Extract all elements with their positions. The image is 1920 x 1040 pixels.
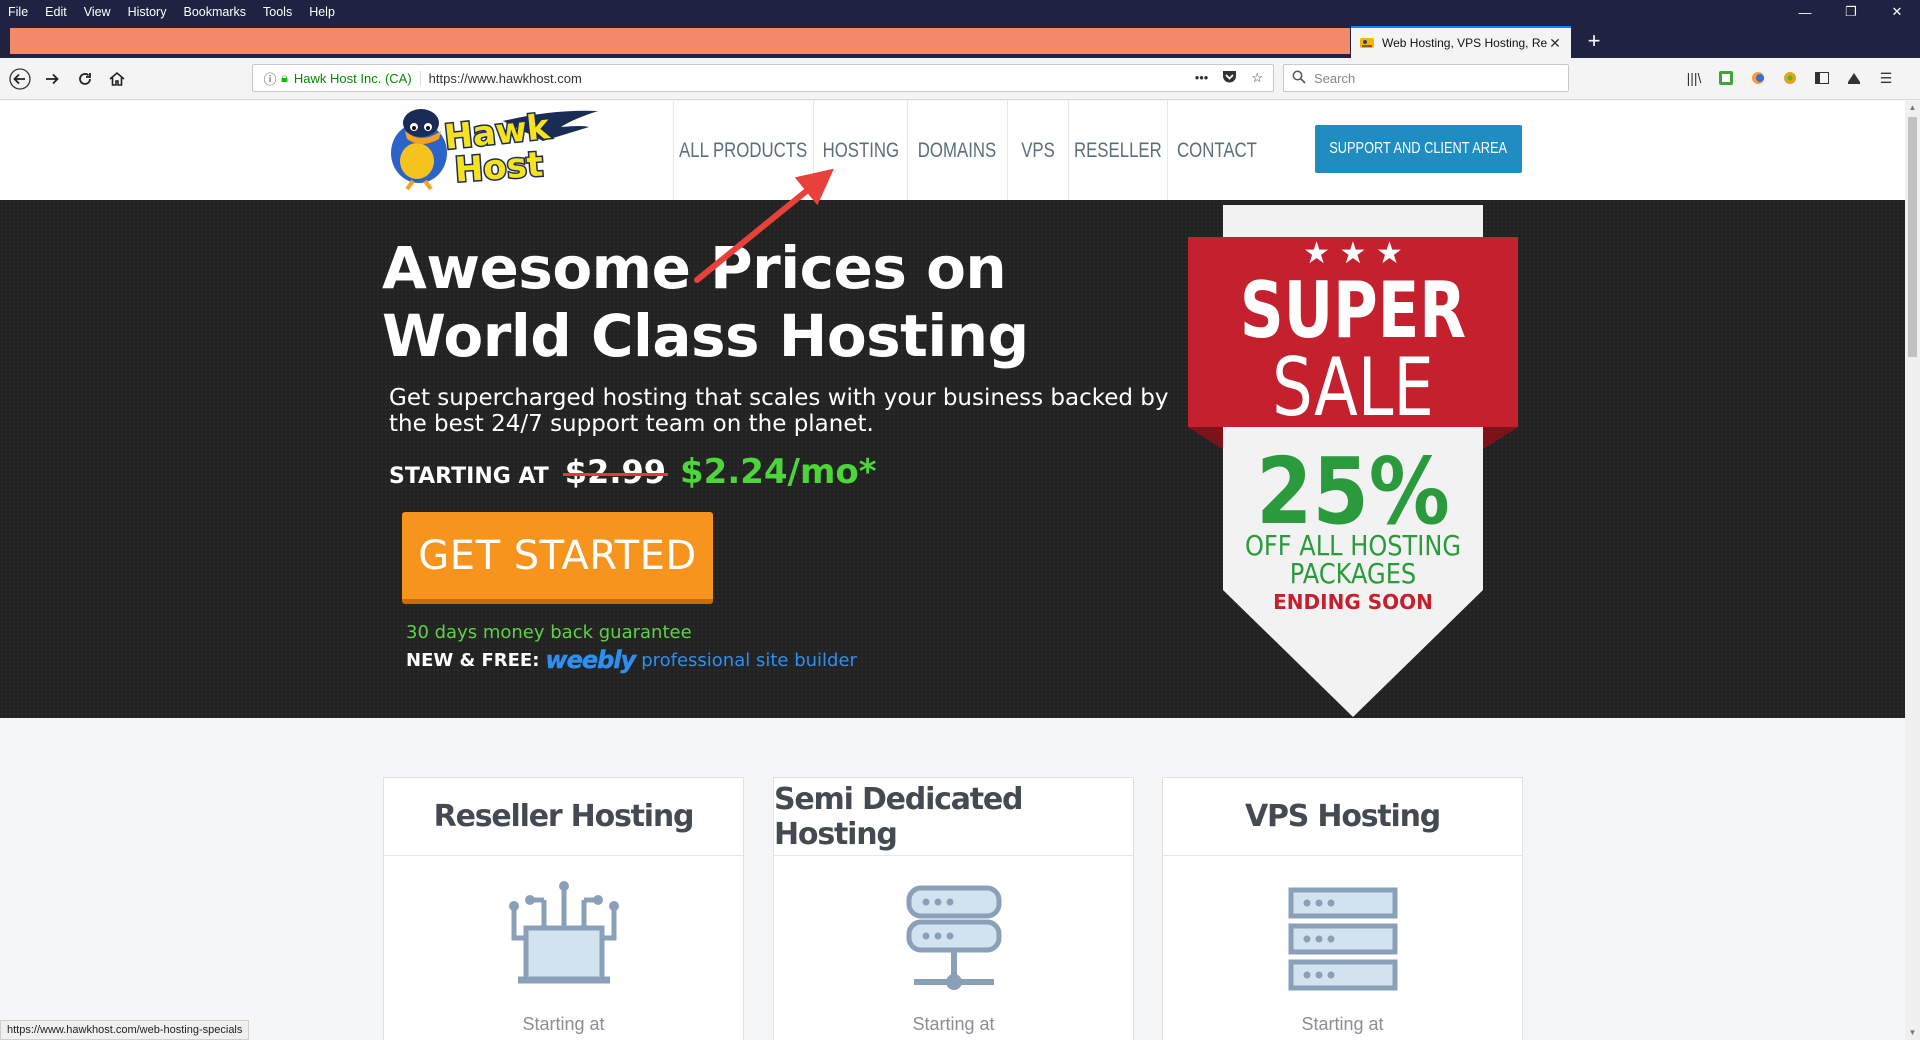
- scroll-down-icon[interactable]: ▼: [1905, 1026, 1920, 1040]
- menu-history[interactable]: History: [120, 5, 176, 19]
- tab-bar: Web Hosting, VPS Hosting, Res ✕ +: [0, 24, 1920, 58]
- nav-vps[interactable]: VPS: [1007, 101, 1068, 200]
- money-back-guarantee: 30 days money back guarantee: [406, 622, 692, 643]
- menu-help[interactable]: Help: [301, 5, 344, 19]
- card-title: VPS Hosting: [1163, 778, 1522, 856]
- tab-active[interactable]: Web Hosting, VPS Hosting, Res ✕: [1351, 26, 1571, 58]
- search-icon: [1292, 70, 1306, 87]
- page-actions-icon[interactable]: •••: [1195, 70, 1209, 87]
- sale-line2: PACKAGES: [1290, 558, 1416, 590]
- get-started-button[interactable]: GET STARTED: [402, 512, 713, 604]
- window-controls: — ❐ ✕: [1782, 0, 1920, 24]
- extension-puzzle-icon[interactable]: [1780, 66, 1800, 90]
- starting-at-label: STARTING AT: [389, 464, 549, 489]
- url-text[interactable]: https://www.hawkhost.com: [421, 71, 1195, 86]
- page-scrollbar[interactable]: ▲ ▼: [1905, 101, 1920, 1040]
- close-window-button[interactable]: ✕: [1874, 0, 1920, 24]
- minimize-button[interactable]: —: [1782, 0, 1828, 24]
- tab-strip-highlight: [10, 28, 1350, 54]
- nav-all-products[interactable]: ALL PRODUCTS: [673, 101, 813, 200]
- weebly-logo[interactable]: weebly: [545, 646, 636, 675]
- menu-tools[interactable]: Tools: [255, 5, 301, 19]
- bookmark-star-icon[interactable]: ☆: [1251, 70, 1263, 87]
- site-builder-link[interactable]: professional site builder: [641, 650, 857, 671]
- hero-title: Awesome Prices on World Class Hosting: [382, 234, 1029, 370]
- hawk-host-logo[interactable]: Hawk Host: [383, 101, 603, 191]
- back-arrow-icon: [9, 68, 31, 90]
- sale-ending: ENDING SOON: [1273, 590, 1433, 614]
- tab-title: Web Hosting, VPS Hosting, Res: [1382, 36, 1547, 50]
- card-title: Reseller Hosting: [384, 778, 743, 856]
- new-free-line: NEW & FREE: weebly professional site bui…: [406, 646, 857, 675]
- server-stack-icon: [774, 878, 1133, 998]
- extension-globe-icon[interactable]: [1748, 66, 1768, 90]
- toolbar-icons: |||\ ☰: [1684, 66, 1896, 90]
- nav-domains[interactable]: DOMAINS: [907, 101, 1007, 200]
- web-page: Hawk Host ALL PRODUCTS HOSTING DOMAINS V…: [0, 101, 1905, 1040]
- new-price: $2.24/mo*: [680, 452, 877, 492]
- card-title: Semi Dedicated Hosting: [774, 778, 1133, 856]
- search-bar[interactable]: Search: [1283, 64, 1569, 92]
- info-icon[interactable]: ⓘ: [259, 69, 281, 88]
- home-button[interactable]: [103, 65, 131, 93]
- sidebar-icon[interactable]: [1812, 66, 1832, 90]
- card-semi-dedicated-hosting[interactable]: Semi Dedicated Hosting Starting at: [773, 777, 1134, 1040]
- lock-icon: 🔒︎: [281, 70, 288, 85]
- card-starting-at: Starting at: [522, 1014, 605, 1034]
- old-price: $2.99: [562, 453, 669, 491]
- nav-reseller[interactable]: RESELLER: [1068, 101, 1167, 200]
- svg-text:Host: Host: [453, 145, 544, 191]
- circuit-monitor-icon: [384, 878, 743, 998]
- menu-view[interactable]: View: [76, 5, 120, 19]
- hero-subtitle: Get supercharged hosting that scales wit…: [389, 385, 1169, 437]
- status-bar-url: https://www.hawkhost.com/web-hosting-spe…: [0, 1020, 250, 1040]
- reload-icon: [79, 73, 91, 85]
- restore-button[interactable]: ❐: [1828, 0, 1874, 24]
- site-identity[interactable]: Hawk Host Inc. (CA): [294, 70, 421, 86]
- card-starting-at: Starting at: [1301, 1014, 1384, 1034]
- hamburger-menu-icon[interactable]: ☰: [1876, 66, 1896, 90]
- hawk-favicon-icon: [1360, 38, 1374, 48]
- nav-hosting[interactable]: HOSTING: [813, 101, 907, 200]
- card-starting-at: Starting at: [912, 1014, 995, 1034]
- hero-price: STARTING AT $2.99 $2.24/mo*: [389, 452, 877, 492]
- menu-file[interactable]: File: [0, 5, 37, 19]
- new-tab-button[interactable]: +: [1580, 27, 1608, 55]
- library-icon[interactable]: |||\: [1684, 66, 1704, 90]
- pocket-icon[interactable]: [1222, 70, 1237, 87]
- navigation-toolbar: ⓘ 🔒︎ Hawk Host Inc. (CA) https://www.haw…: [0, 58, 1920, 100]
- extension-green-icon[interactable]: [1716, 66, 1736, 90]
- sale-sale: SALE: [1272, 342, 1434, 435]
- nav-contact[interactable]: CONTACT: [1167, 101, 1266, 200]
- card-vps-hosting[interactable]: VPS Hosting Starting at: [1162, 777, 1523, 1040]
- search-placeholder: Search: [1314, 70, 1356, 86]
- lifebuoy-icon: [1307, 139, 1316, 159]
- super-sale-badge[interactable]: ★ ★ ★ SUPER SALE 25% OFF ALL HOSTING PAC…: [1188, 205, 1518, 717]
- server-rack-icon: [1163, 878, 1522, 998]
- scroll-thumb[interactable]: [1908, 117, 1917, 357]
- hero-section: Awesome Prices on World Class Hosting Ge…: [0, 200, 1905, 718]
- close-tab-icon[interactable]: ✕: [1547, 35, 1563, 52]
- support-client-area-button[interactable]: SUPPORT AND CLIENT AREA: [1307, 125, 1522, 173]
- scroll-up-icon[interactable]: ▲: [1905, 101, 1920, 115]
- url-bar[interactable]: ⓘ 🔒︎ Hawk Host Inc. (CA) https://www.haw…: [252, 64, 1274, 92]
- menu-edit[interactable]: Edit: [37, 5, 76, 19]
- back-button[interactable]: [6, 65, 34, 93]
- reload-button[interactable]: [71, 65, 99, 93]
- menu-bookmarks[interactable]: Bookmarks: [175, 5, 255, 19]
- home-icon: [109, 71, 125, 86]
- card-reseller-hosting[interactable]: Reseller Hosting Starting at: [383, 777, 744, 1040]
- menu-bar: File Edit View History Bookmarks Tools H…: [0, 0, 1920, 24]
- forward-button[interactable]: [38, 65, 66, 93]
- site-header: Hawk Host ALL PRODUCTS HOSTING DOMAINS V…: [0, 101, 1905, 200]
- account-icon[interactable]: [1844, 66, 1864, 90]
- forward-arrow-icon: [46, 73, 59, 85]
- new-free-label: NEW & FREE:: [406, 649, 540, 671]
